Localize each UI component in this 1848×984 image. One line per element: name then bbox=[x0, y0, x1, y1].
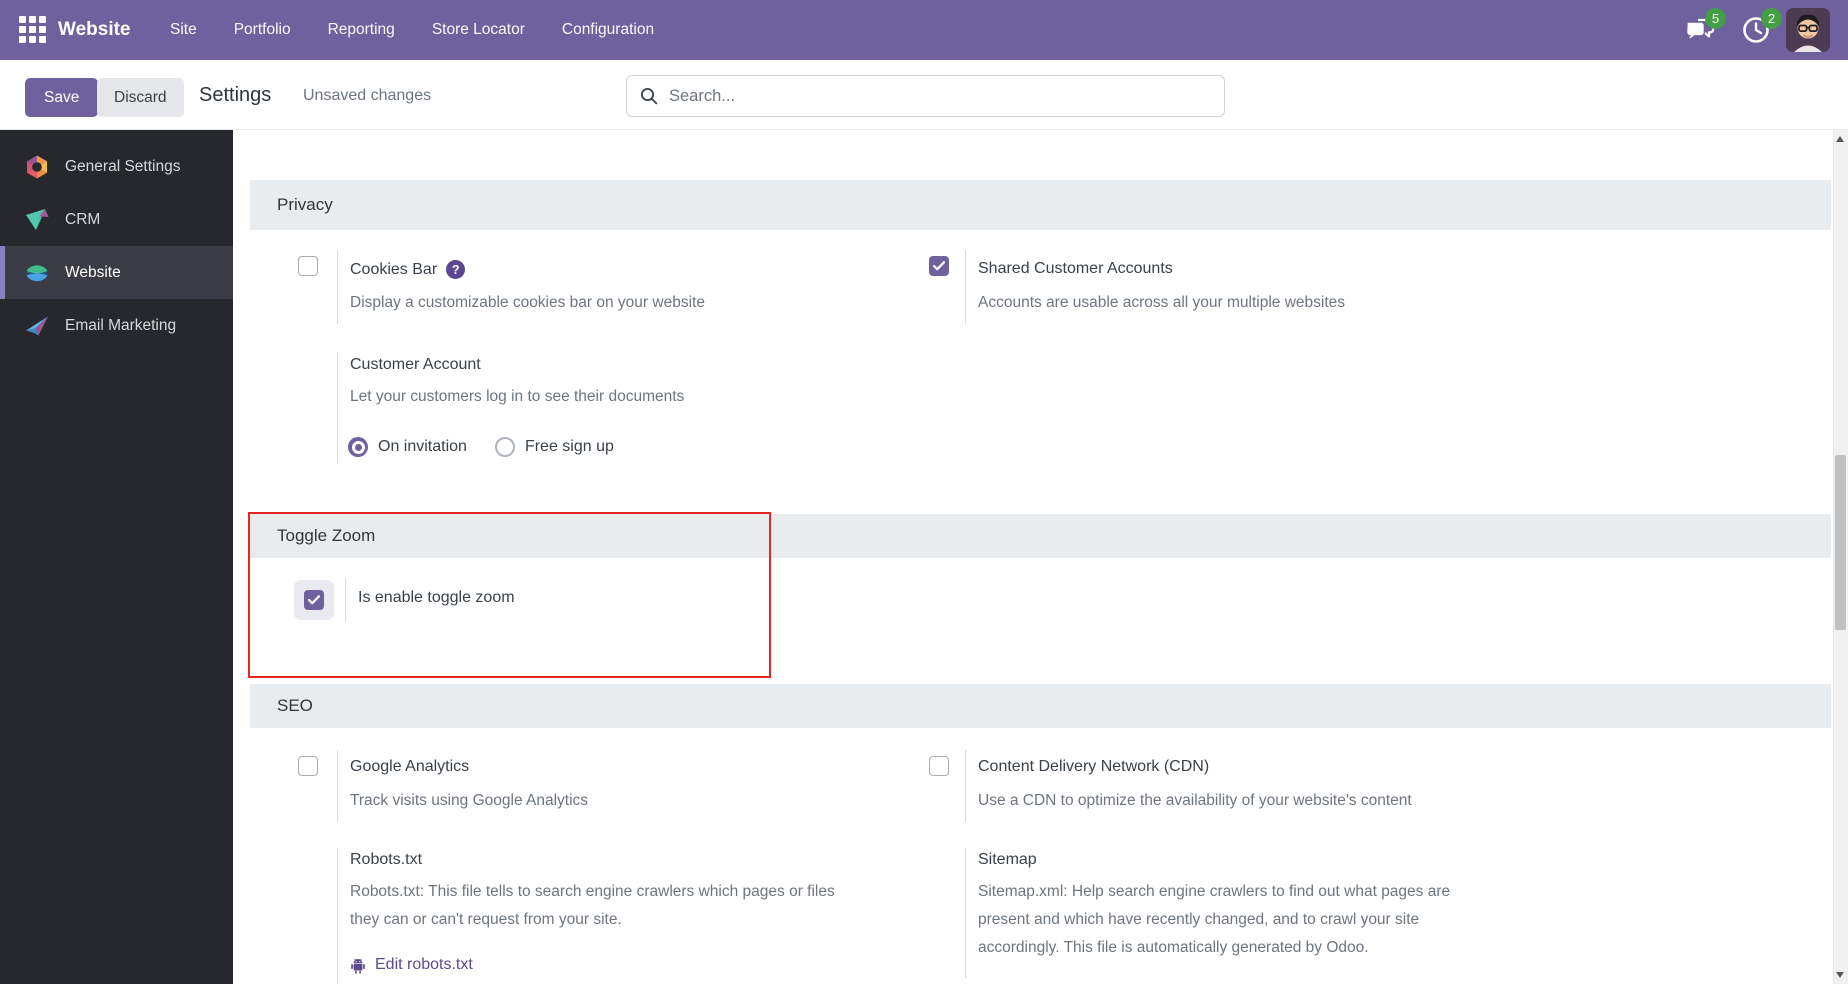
divider bbox=[345, 578, 346, 622]
control-panel: Save Discard Settings Unsaved changes bbox=[0, 60, 1848, 130]
general-settings-app-icon bbox=[27, 155, 47, 178]
menu-store-locator[interactable]: Store Locator bbox=[432, 21, 525, 39]
shared-customer-accounts-label: Shared Customer Accounts bbox=[978, 260, 1173, 277]
robots-description: Robots.txt: This file tells to search en… bbox=[350, 883, 835, 928]
divider bbox=[965, 848, 966, 978]
sidebar-item-general-settings[interactable]: General Settings bbox=[0, 140, 233, 193]
email-marketing-app-icon bbox=[26, 316, 48, 335]
divider bbox=[337, 352, 338, 464]
top-navbar: Website Site Portfolio Reporting Store L… bbox=[0, 0, 1848, 60]
google-analytics-checkbox[interactable] bbox=[298, 756, 318, 776]
menu-portfolio[interactable]: Portfolio bbox=[234, 21, 291, 39]
shared-customer-accounts-checkbox[interactable] bbox=[929, 256, 949, 276]
scrollbar-down-arrow[interactable] bbox=[1836, 972, 1844, 978]
crm-app-icon bbox=[26, 208, 49, 230]
sidebar-item-website[interactable]: Website bbox=[0, 246, 233, 299]
scrollbar-up-arrow[interactable] bbox=[1836, 136, 1844, 142]
customer-account-label: Customer Account bbox=[350, 356, 481, 373]
activities-button[interactable]: 2 bbox=[1740, 8, 1782, 46]
section-header-privacy: Privacy bbox=[250, 180, 1831, 230]
sidebar-item-email-marketing[interactable]: Email Marketing bbox=[0, 299, 233, 352]
sidebar-item-label: CRM bbox=[65, 210, 101, 228]
sidebar-item-label: General Settings bbox=[65, 157, 181, 175]
search-box bbox=[626, 75, 1225, 117]
discard-button[interactable]: Discard bbox=[97, 78, 184, 117]
avatar-image bbox=[1786, 8, 1830, 52]
radio-free-sign-up[interactable] bbox=[494, 437, 515, 457]
website-app-icon bbox=[26, 264, 48, 281]
scrollbar-thumb[interactable] bbox=[1835, 455, 1846, 630]
radio-on-invitation-label[interactable]: On invitation bbox=[378, 438, 467, 456]
section-header-seo: SEO bbox=[250, 684, 1831, 728]
customer-account-description: Let your customers log in to see their d… bbox=[350, 388, 685, 405]
cookies-bar-description: Display a customizable cookies bar on yo… bbox=[350, 294, 705, 311]
toggle-zoom-checkbox-pad bbox=[294, 580, 334, 620]
is-enable-toggle-zoom-checkbox[interactable] bbox=[304, 590, 324, 610]
google-analytics-description: Track visits using Google Analytics bbox=[350, 792, 589, 809]
page-title: Settings bbox=[199, 84, 272, 106]
divider bbox=[965, 250, 966, 324]
search-icon bbox=[640, 87, 658, 105]
divider bbox=[965, 750, 966, 822]
menu-site[interactable]: Site bbox=[170, 21, 197, 39]
section-title: SEO bbox=[277, 696, 313, 715]
check-icon bbox=[308, 595, 320, 605]
cdn-description: Use a CDN to optimize the availability o… bbox=[978, 792, 1412, 809]
messages-badge: 5 bbox=[1705, 8, 1726, 29]
section-title: Privacy bbox=[277, 195, 333, 214]
menu-configuration[interactable]: Configuration bbox=[562, 21, 654, 39]
apps-grid-icon[interactable] bbox=[19, 16, 47, 44]
sidebar-item-label: Website bbox=[65, 263, 121, 281]
unsaved-changes-status: Unsaved changes bbox=[303, 87, 432, 104]
shared-customer-accounts-description: Accounts are usable across all your mult… bbox=[978, 294, 1346, 311]
divider bbox=[337, 750, 338, 822]
is-enable-toggle-zoom-label: Is enable toggle zoom bbox=[358, 589, 515, 606]
section-header-toggle-zoom: Toggle Zoom bbox=[250, 514, 1831, 558]
search-input[interactable] bbox=[669, 86, 1211, 106]
settings-sidebar: General Settings CRM Website Email Marke… bbox=[0, 130, 233, 984]
cookies-bar-label: Cookies Bar ? bbox=[350, 260, 466, 279]
robots-label: Robots.txt bbox=[350, 851, 423, 868]
sidebar-item-crm[interactable]: CRM bbox=[0, 193, 233, 246]
section-title: Toggle Zoom bbox=[277, 526, 376, 545]
edit-robots-link-label[interactable]: Edit robots.txt bbox=[375, 956, 473, 974]
cdn-label: Content Delivery Network (CDN) bbox=[978, 758, 1210, 775]
user-avatar[interactable] bbox=[1786, 8, 1830, 52]
divider bbox=[337, 848, 338, 984]
activities-badge: 2 bbox=[1761, 8, 1782, 29]
google-analytics-label: Google Analytics bbox=[350, 758, 470, 775]
radio-on-invitation[interactable] bbox=[348, 437, 368, 457]
customer-account-radio-group: On invitation Free sign up bbox=[348, 437, 614, 457]
sitemap-description: Sitemap.xml: Help search engine crawlers… bbox=[978, 883, 1451, 956]
main-menu: Site Portfolio Reporting Store Locator C… bbox=[170, 0, 654, 60]
sidebar-item-label: Email Marketing bbox=[65, 316, 177, 334]
cdn-checkbox[interactable] bbox=[929, 756, 949, 776]
save-button[interactable]: Save bbox=[25, 78, 99, 117]
edit-robots-link[interactable]: Edit robots.txt bbox=[350, 956, 473, 974]
cookies-bar-checkbox[interactable] bbox=[298, 256, 318, 276]
divider bbox=[337, 250, 338, 324]
sitemap-label: Sitemap bbox=[978, 851, 1037, 868]
messages-button[interactable]: 5 bbox=[1684, 8, 1726, 46]
grid-icon bbox=[19, 16, 46, 43]
app-name[interactable]: Website bbox=[58, 0, 131, 60]
menu-reporting[interactable]: Reporting bbox=[328, 21, 395, 39]
radio-free-sign-up-label[interactable]: Free sign up bbox=[525, 438, 614, 456]
help-icon[interactable]: ? bbox=[446, 260, 466, 279]
check-icon bbox=[933, 261, 945, 271]
android-robot-icon bbox=[351, 958, 365, 974]
